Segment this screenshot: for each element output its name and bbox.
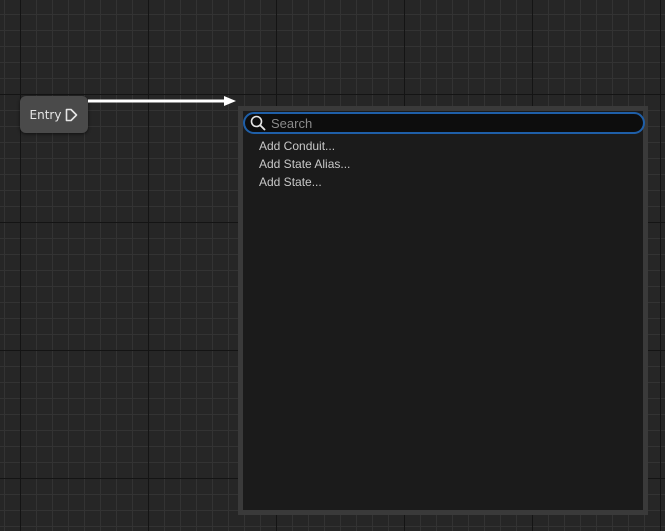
search-box[interactable] <box>243 112 645 134</box>
state-machine-graph-canvas[interactable]: Entry Add Conduit... Add State Alias... … <box>0 0 665 531</box>
exec-output-pin-icon[interactable] <box>65 108 78 122</box>
entry-node-label: Entry <box>29 107 62 122</box>
context-menu-list: Add Conduit... Add State Alias... Add St… <box>243 137 643 191</box>
entry-node[interactable]: Entry <box>20 96 88 133</box>
menu-item-add-state[interactable]: Add State... <box>243 173 643 191</box>
context-menu: Add Conduit... Add State Alias... Add St… <box>238 106 648 515</box>
search-icon <box>250 115 266 131</box>
transition-wire <box>88 96 236 106</box>
wire-arrowhead-icon <box>224 96 236 106</box>
menu-item-add-state-alias[interactable]: Add State Alias... <box>243 155 643 173</box>
search-input[interactable] <box>271 115 631 131</box>
menu-item-add-conduit[interactable]: Add Conduit... <box>243 137 643 155</box>
